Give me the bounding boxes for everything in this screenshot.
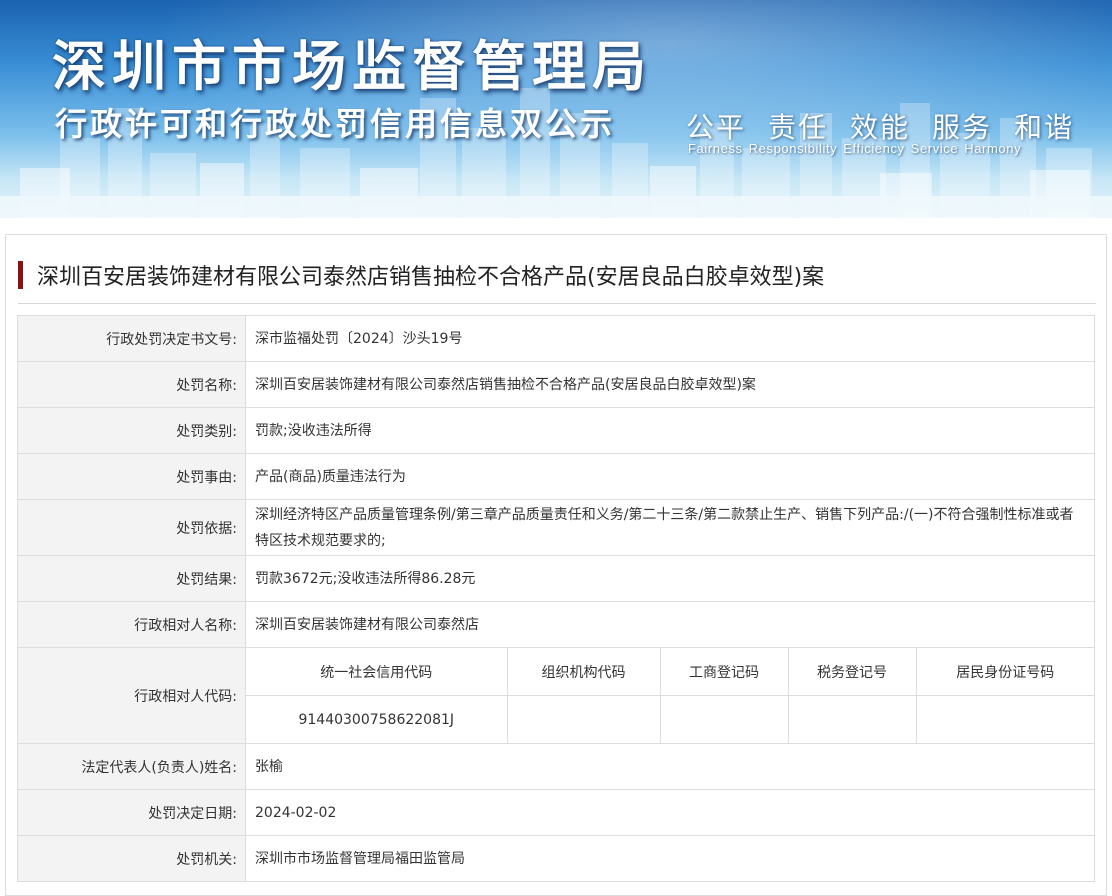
codes-header: 居民身份证号码 — [915, 648, 1094, 696]
case-title: 深圳百安居装饰建材有限公司泰然店销售抽检不合格产品(安居良品白胶卓效型)案 — [37, 265, 825, 290]
field-value: 深圳经济特区产品质量管理条例/第三章产品质量责任和义务/第二十三条/第二款禁止生… — [245, 499, 1095, 556]
field-value: 深圳百安居装饰建材有限公司泰然店销售抽检不合格产品(安居良品白胶卓效型)案 — [245, 361, 1095, 408]
table-row: 处罚类别: 罚款;没收违法所得 — [17, 407, 1095, 454]
table-row: 法定代表人(负责人)姓名: 张榆 — [17, 743, 1095, 790]
field-label: 处罚类别: — [17, 407, 246, 454]
field-label: 处罚依据: — [17, 499, 246, 556]
subject-codes-table: 统一社会信用代码 组织机构代码 工商登记码 税务登记号 居民身份证号码 9144… — [246, 648, 1094, 743]
codes-header: 统一社会信用代码 — [246, 648, 508, 696]
codes-header: 组织机构代码 — [506, 648, 661, 696]
table-row: 行政处罚决定书文号: 深市监福处罚〔2024〕沙头19号 — [17, 315, 1095, 362]
code-value — [659, 695, 789, 743]
value-fairness-cn: 公平 — [686, 111, 747, 144]
value-responsibility-en: Responsibility — [748, 141, 838, 156]
table-row: 处罚机关: 深圳市市场监督管理局福田监管局 — [17, 835, 1095, 882]
code-value — [506, 695, 661, 743]
case-detail-card: 深圳百安居装饰建材有限公司泰然店销售抽检不合格产品(安居良品白胶卓效型)案 行政… — [5, 234, 1107, 896]
table-row: 处罚事由: 产品(商品)质量违法行为 — [17, 453, 1095, 500]
table-row: 处罚依据: 深圳经济特区产品质量管理条例/第三章产品质量责任和义务/第二十三条/… — [17, 499, 1095, 556]
code-value: 91440300758622081J — [246, 695, 508, 743]
field-value: 罚款;没收违法所得 — [245, 407, 1095, 454]
field-value: 张榆 — [245, 743, 1095, 790]
value-efficiency-cn: 效能 — [850, 111, 911, 144]
field-label: 处罚名称: — [17, 361, 246, 408]
codes-header-row: 统一社会信用代码 组织机构代码 工商登记码 税务登记号 居民身份证号码 — [246, 648, 1094, 696]
codes-cell: 统一社会信用代码 组织机构代码 工商登记码 税务登记号 居民身份证号码 9144… — [245, 647, 1095, 744]
field-value: 2024-02-02 — [245, 789, 1095, 836]
field-label: 行政相对人代码: — [17, 647, 246, 744]
value-harmony-cn: 和谐 — [1014, 111, 1075, 144]
banner-title: 深圳市市场监督管理局 — [52, 35, 652, 98]
field-label: 处罚事由: — [17, 453, 246, 500]
table-row-codes: 行政相对人代码: 统一社会信用代码 组织机构代码 工商登记码 税务登记号 居民身… — [17, 647, 1095, 744]
header-banner: 深圳市市场监督管理局 行政许可和行政处罚信用信息双公示 公平 责任 效能 服务 和谐 F… — [0, 0, 1112, 218]
field-value: 产品(商品)质量违法行为 — [245, 453, 1095, 500]
banner-values-cn: 公平 责任 效能 服务 和谐 — [686, 106, 1096, 146]
banner-subtitle: 行政许可和行政处罚信用信息双公示 — [55, 105, 616, 143]
code-value — [915, 695, 1094, 743]
codes-header: 工商登记码 — [659, 648, 789, 696]
field-label: 行政处罚决定书文号: — [17, 315, 246, 362]
table-row: 处罚名称: 深圳百安居装饰建材有限公司泰然店销售抽检不合格产品(安居良品白胶卓效… — [17, 361, 1095, 408]
codes-value-row: 91440300758622081J — [246, 695, 1094, 743]
field-label: 处罚机关: — [17, 835, 246, 882]
field-value: 罚款3672元;没收违法所得86.28元 — [245, 555, 1095, 602]
value-responsibility-cn: 责任 — [768, 111, 829, 144]
banner-values-en: Fairness Responsibility Efficiency Service H… — [688, 141, 1027, 156]
field-value: 深圳市市场监督管理局福田监管局 — [245, 835, 1095, 882]
table-row: 处罚结果: 罚款3672元;没收违法所得86.28元 — [17, 555, 1095, 602]
field-label: 法定代表人(负责人)姓名: — [17, 743, 246, 790]
value-service-en: Service — [910, 141, 959, 156]
codes-header: 税务登记号 — [787, 648, 917, 696]
value-efficiency-en: Efficiency — [843, 141, 905, 156]
field-label: 行政相对人名称: — [17, 601, 246, 648]
value-service-cn: 服务 — [932, 111, 993, 144]
title-divider — [18, 303, 1096, 304]
code-value — [787, 695, 917, 743]
title-accent-bar — [18, 261, 23, 289]
value-fairness-en: Fairness — [688, 141, 743, 156]
field-label: 处罚结果: — [17, 555, 246, 602]
field-value: 深市监福处罚〔2024〕沙头19号 — [245, 315, 1095, 362]
table-row: 行政相对人名称: 深圳百安居装饰建材有限公司泰然店 — [17, 601, 1095, 648]
table-row: 处罚决定日期: 2024-02-02 — [17, 789, 1095, 836]
penalty-info-table: 行政处罚决定书文号: 深市监福处罚〔2024〕沙头19号 处罚名称: 深圳百安居… — [17, 315, 1095, 882]
value-harmony-en: Harmony — [964, 141, 1022, 156]
case-title-row: 深圳百安居装饰建材有限公司泰然店销售抽检不合格产品(安居良品白胶卓效型)案 — [18, 259, 1096, 291]
field-value: 深圳百安居装饰建材有限公司泰然店 — [245, 601, 1095, 648]
field-label: 处罚决定日期: — [17, 789, 246, 836]
